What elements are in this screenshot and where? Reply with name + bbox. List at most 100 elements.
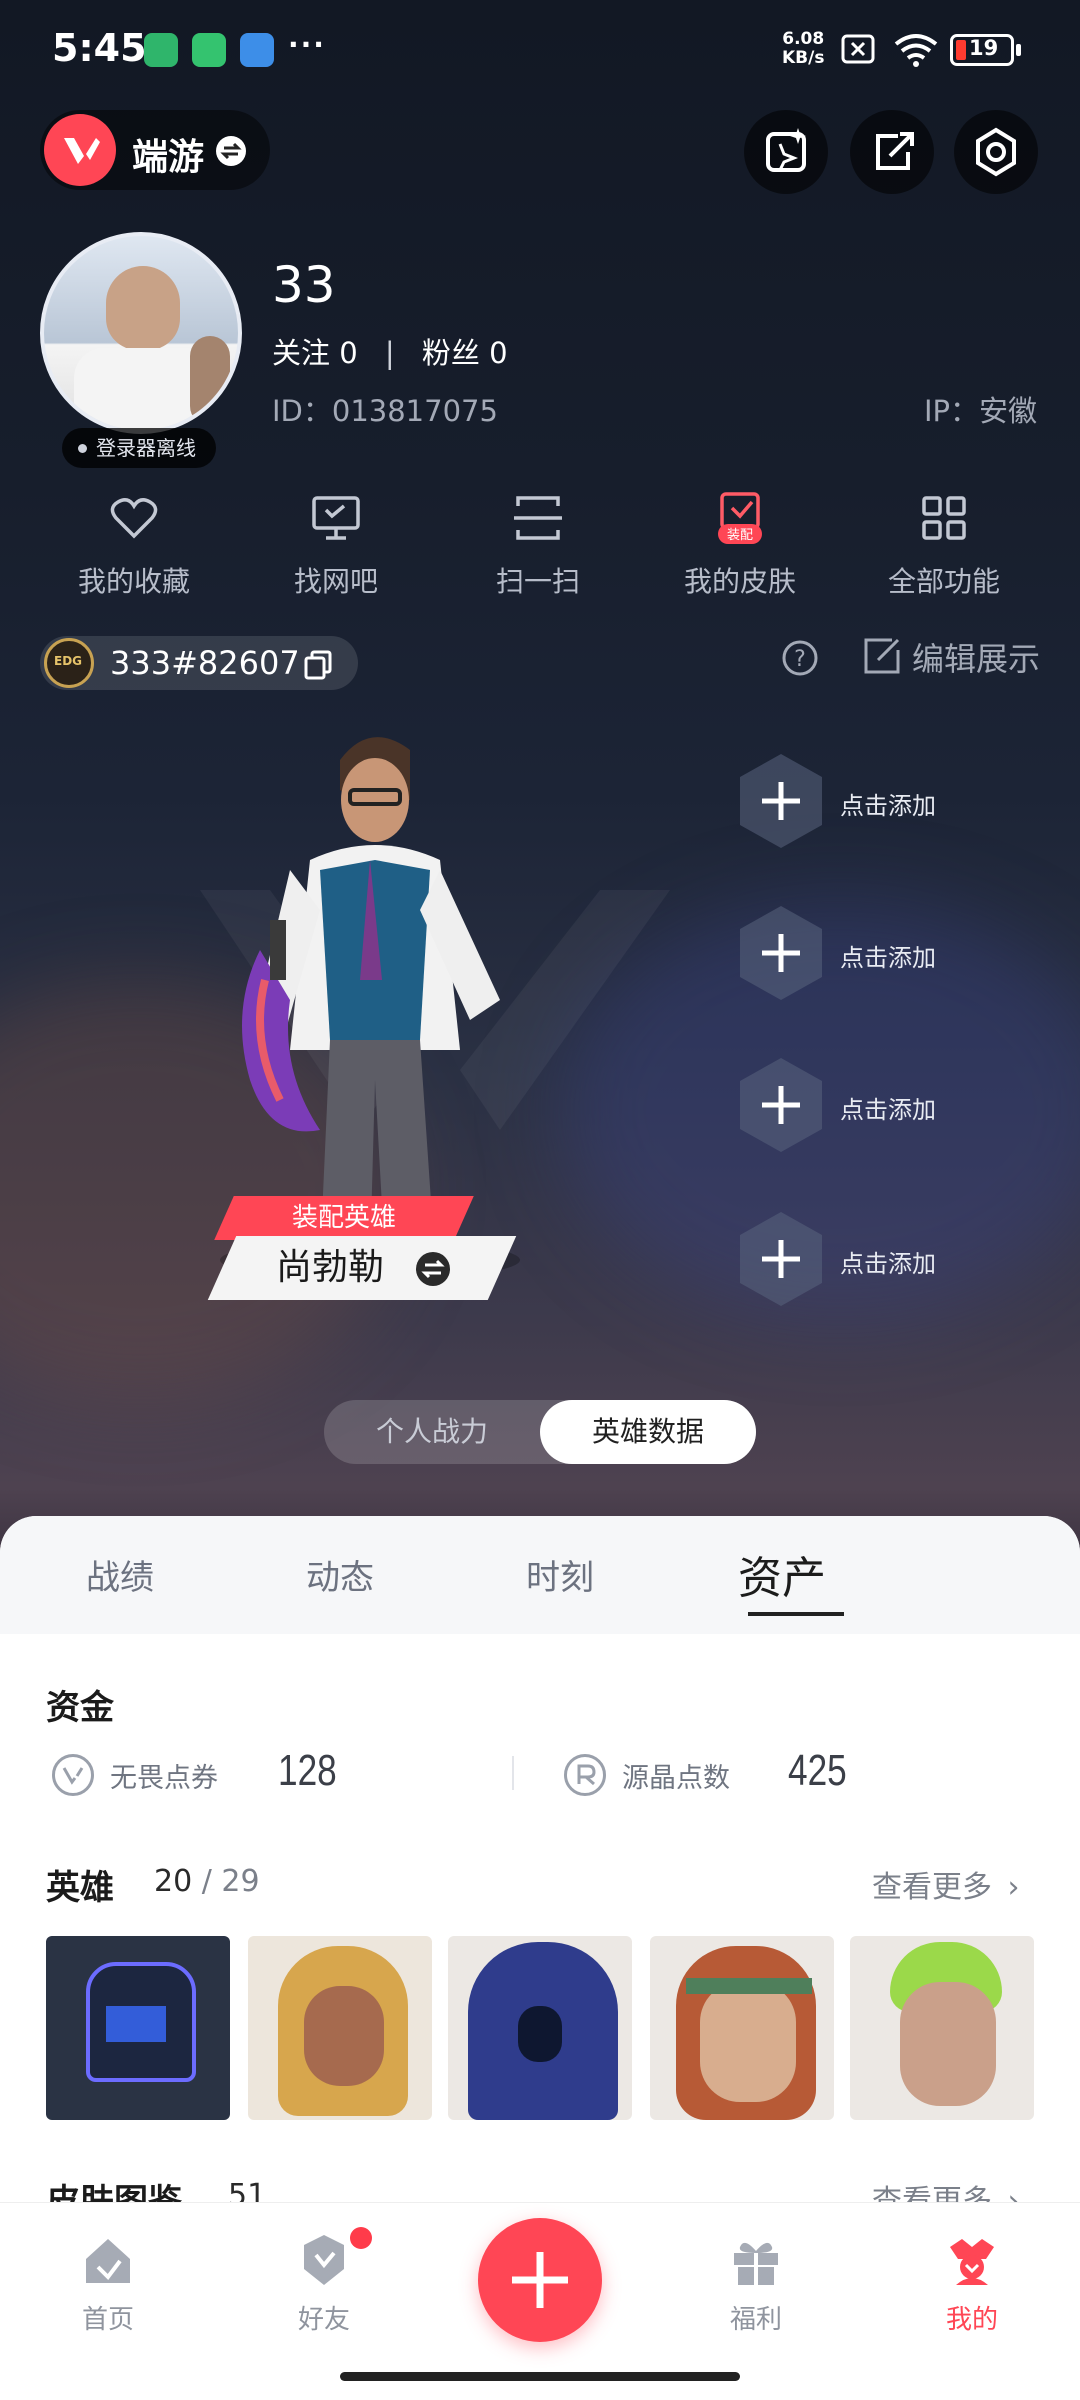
help-icon[interactable]: ? — [780, 638, 820, 678]
quick-skins[interactable]: 装配 我的皮肤 — [640, 490, 840, 600]
scan-icon — [514, 496, 562, 540]
add-slot-label: 点击添加 — [840, 792, 936, 820]
edg-badge-icon: EDG — [44, 638, 94, 688]
riot-id-pill[interactable]: EDG 333#82607 — [40, 636, 358, 690]
nav-rewards[interactable]: 福利 — [676, 2231, 836, 2336]
battery-level — [956, 40, 966, 60]
switch-icon — [216, 136, 246, 166]
nav-home-label: 首页 — [81, 2305, 134, 2335]
wifi-icon — [894, 34, 938, 67]
user-id: ID：013817075 — [272, 394, 498, 428]
ai-sparkle-button[interactable] — [744, 110, 828, 194]
create-post-button[interactable] — [478, 2218, 602, 2342]
add-slot-1[interactable]: 点击添加 — [738, 752, 988, 852]
toggle-hero-data[interactable]: 英雄数据 — [540, 1400, 756, 1464]
agent-2-face — [304, 1986, 384, 2086]
tab-assets[interactable]: 资产 — [738, 1542, 826, 1606]
toggle-personal-power[interactable]: 个人战力 — [324, 1400, 540, 1464]
agents-total: / 29 — [201, 1864, 260, 1899]
vp-currency-icon — [52, 1754, 94, 1796]
follow-count: 0 — [339, 336, 358, 370]
add-plus-icon — [740, 906, 822, 1000]
skin-icon: 装配 — [718, 492, 762, 544]
fans-label: 粉丝 — [421, 336, 480, 370]
hero-name[interactable]: 尚勃勒 — [276, 1236, 384, 1300]
quick-all-functions-label: 全部功能 — [887, 565, 1000, 598]
content-tabs: 战绩 动态 时刻 资产 — [0, 1516, 1080, 1634]
monitor-icon — [312, 496, 360, 540]
shield-app-icon — [144, 33, 178, 67]
agent-card-5[interactable] — [850, 1936, 1034, 2120]
fans-count: 0 — [489, 336, 508, 370]
add-plus-icon — [740, 754, 822, 848]
battery-percent: 19 — [969, 36, 999, 60]
feather-app-icon — [240, 33, 274, 67]
tab-record[interactable]: 战绩 — [86, 1550, 154, 1599]
agent-card-3[interactable] — [448, 1936, 632, 2120]
game-label: 端游 — [132, 137, 205, 178]
add-plus-icon — [740, 1212, 822, 1306]
tab-moments[interactable]: 时刻 — [526, 1550, 594, 1599]
status-badge: 登录器离线 — [62, 428, 216, 468]
quick-netcafe-label: 找网吧 — [293, 565, 378, 598]
system-home-indicator[interactable] — [340, 2372, 740, 2381]
no-sim-icon — [841, 34, 875, 64]
stats-divider: | — [384, 336, 395, 370]
quick-favorites[interactable]: 我的收藏 — [34, 490, 234, 600]
gift-icon — [734, 2242, 778, 2285]
riot-id: 333#82607 — [110, 644, 300, 682]
avatar-face — [106, 266, 180, 350]
skin-badge: 装配 — [727, 528, 753, 543]
quick-favorites-label: 我的收藏 — [77, 565, 190, 598]
heart-icon — [110, 498, 158, 539]
game-switcher[interactable]: 端游 — [40, 110, 270, 190]
status-bar: 5:45 ··· 6.08 KB/s 19 — [0, 0, 1080, 100]
network-speed-value: 6.08 — [782, 29, 825, 49]
nav-me[interactable]: 我的 — [892, 2231, 1052, 2336]
follow-stats[interactable]: 关注 0 | 粉丝 0 — [272, 330, 508, 372]
add-slot-3[interactable]: 点击添加 — [738, 1056, 988, 1156]
funds-divider — [512, 1756, 514, 1790]
agent-3-mask — [518, 2006, 562, 2062]
battery-tip — [1016, 44, 1021, 56]
plus-icon — [512, 2252, 568, 2308]
add-slot-4[interactable]: 点击添加 — [738, 1210, 988, 1310]
status-time: 5:45 — [52, 26, 147, 70]
funds-title: 资金 — [46, 1688, 114, 1728]
radianite-value: 425 — [788, 1746, 847, 1795]
tool-app-icon — [192, 33, 226, 67]
agent-4-face — [700, 1982, 796, 2102]
quick-scan-label: 扫一扫 — [495, 565, 580, 598]
edit-display-label: 编辑展示 — [912, 640, 1041, 678]
copy-icon[interactable] — [302, 648, 334, 680]
share-button[interactable] — [850, 110, 934, 194]
settings-button[interactable] — [954, 110, 1038, 194]
avatar[interactable] — [40, 232, 242, 434]
nav-friends[interactable]: 好友 — [244, 2231, 404, 2336]
edit-icon — [864, 638, 900, 674]
nav-home[interactable]: 首页 — [28, 2231, 188, 2336]
quick-netcafe[interactable]: 找网吧 — [236, 490, 436, 600]
add-plus-icon — [740, 1058, 822, 1152]
active-tab-indicator — [748, 1612, 844, 1616]
vp-label: 无畏点券 — [110, 1763, 218, 1794]
agent-card-1[interactable] — [46, 1936, 230, 2120]
agents-more-link[interactable]: 查看更多 › — [872, 1862, 1020, 1906]
agents-owned: 20 — [154, 1864, 193, 1899]
agents-count: 20 / 29 — [154, 1864, 260, 1899]
radianite-icon — [564, 1754, 606, 1796]
quick-all-functions[interactable]: 全部功能 — [844, 490, 1044, 600]
nav-rewards-label: 福利 — [729, 2305, 782, 2335]
vp-value: 128 — [278, 1746, 337, 1795]
agent-card-2[interactable] — [248, 1936, 432, 2120]
battery-icon: 19 — [950, 34, 1014, 66]
quick-scan[interactable]: 扫一扫 — [438, 490, 638, 600]
tab-activity[interactable]: 动态 — [306, 1550, 374, 1599]
friends-notification-dot — [350, 2227, 372, 2249]
hero-switch-icon[interactable] — [416, 1252, 450, 1286]
agent-card-4[interactable] — [650, 1936, 834, 2120]
add-slot-2[interactable]: 点击添加 — [738, 904, 988, 1004]
follow-label: 关注 — [272, 336, 331, 370]
grid-icon — [922, 496, 966, 540]
quick-skins-label: 我的皮肤 — [683, 565, 796, 598]
